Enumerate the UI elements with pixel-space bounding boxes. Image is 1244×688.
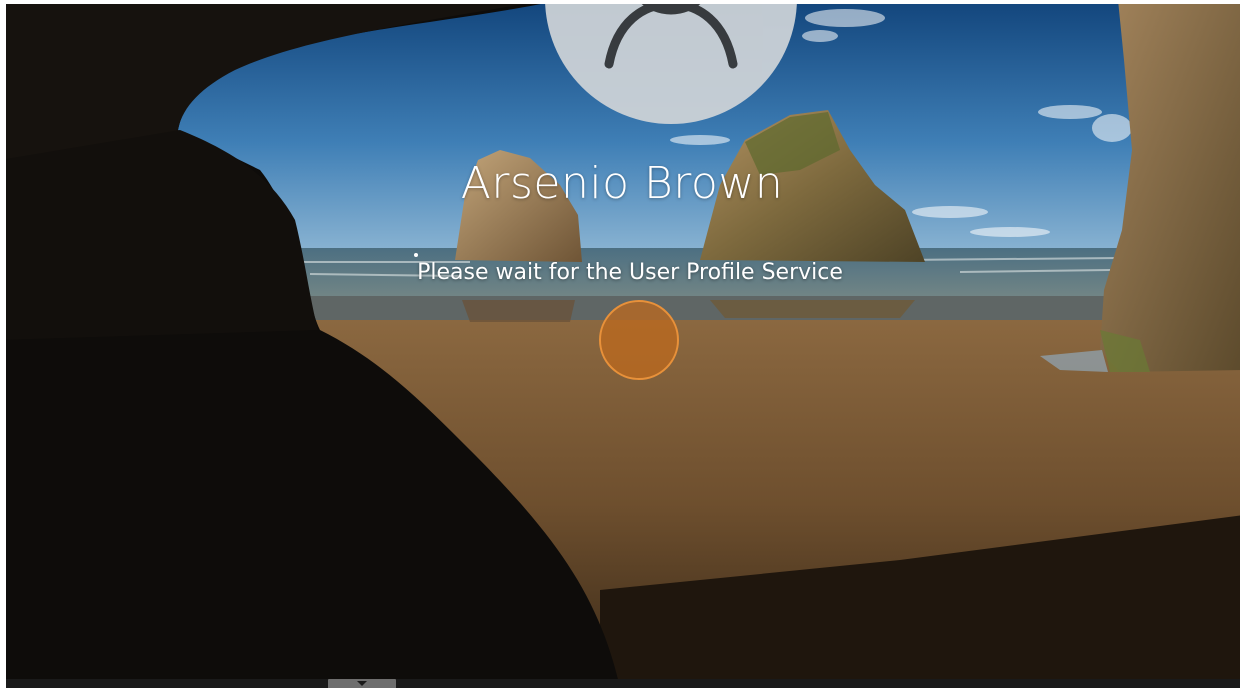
lock-screen: Arsenio Brown Please wait for the User P…	[0, 0, 1244, 688]
frame-edge-top	[0, 0, 1244, 4]
frame-edge-left	[0, 0, 6, 688]
progress-dot	[414, 253, 418, 257]
user-avatar	[545, 0, 797, 124]
chevron-down-icon	[357, 681, 367, 686]
user-name: Arsenio Brown	[460, 158, 784, 209]
user-silhouette-icon	[604, 0, 738, 69]
bottom-bar	[0, 679, 1244, 688]
loading-spinner-icon	[599, 300, 679, 380]
status-message: Please wait for the User Profile Service	[417, 260, 843, 285]
bottom-bar-toggle-button[interactable]	[328, 679, 396, 688]
frame-edge-right	[1240, 0, 1244, 688]
